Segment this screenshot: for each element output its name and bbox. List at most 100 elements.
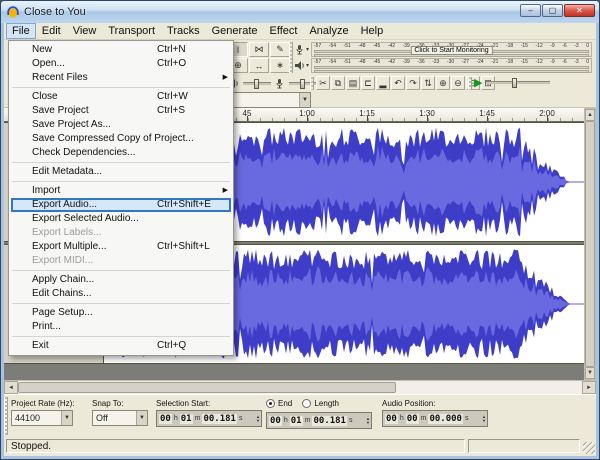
toolbar-grip[interactable] (310, 77, 314, 90)
spinner-icon[interactable]: ▲ ▼ (254, 414, 260, 423)
menu-item-label: Edit Metadata... (32, 166, 103, 177)
output-volume-slider[interactable] (243, 79, 271, 89)
paste-button[interactable]: ▤ (346, 76, 360, 90)
monitoring-label[interactable]: Click to Start Monitoring (410, 45, 493, 55)
menu-item-save-project-as[interactable]: Save Project As... (11, 118, 231, 132)
menu-item-import[interactable]: Import ▶ (11, 184, 231, 198)
selection-end-field[interactable]: 00 h 01 m 00.181 s ▲ ▼ (266, 412, 372, 429)
ruler-time-label: 45 (242, 109, 252, 118)
envelope-tool-button[interactable]: ⋈ (249, 42, 269, 57)
minimize-button[interactable]: – (520, 4, 541, 17)
timeshift-tool-button[interactable]: ↔ (249, 58, 269, 73)
combo-arrow-icon[interactable]: ▼ (136, 411, 147, 425)
spinner-icon[interactable]: ▲ ▼ (480, 414, 486, 423)
resize-grip[interactable] (583, 442, 595, 454)
cut-button[interactable]: ✂ (316, 76, 330, 90)
end-radio[interactable]: End (266, 399, 292, 408)
playback-meter[interactable]: -57 -54 -51 -48 -45 -42 -39 -36 -33 -30 -27 -24 -21-… (311, 57, 592, 73)
meter-scale-label: -33 (432, 58, 440, 65)
draw-tool-button[interactable]: ✎ (270, 42, 290, 57)
menu-item-close[interactable]: Close Ctrl+W (11, 90, 231, 104)
zoom-in-button[interactable]: ⊕ (436, 76, 450, 90)
scroll-up-button[interactable]: ▲ (585, 109, 595, 121)
menu-generate[interactable]: Generate (206, 23, 264, 39)
sync-lock-button[interactable]: ⇅ (421, 76, 435, 90)
slider-thumb[interactable] (512, 78, 518, 88)
time-unit: s (348, 417, 353, 424)
meter-dropdown-arrow-icon[interactable]: ▾ (306, 46, 309, 53)
time-digits: 00.181 (202, 413, 237, 424)
redo-button[interactable]: ↷ (406, 76, 420, 90)
menu-item-save-compressed-copy-of-project[interactable]: Save Compressed Copy of Project... (11, 132, 231, 146)
playback-speed-slider[interactable] (486, 78, 551, 88)
horizontal-scroll-thumb[interactable] (18, 382, 396, 393)
scroll-right-button[interactable]: ► (582, 381, 596, 394)
menu-item-save-project[interactable]: Save Project Ctrl+S (11, 104, 231, 118)
menu-item-check-dependencies[interactable]: Check Dependencies... (11, 146, 231, 160)
snap-to-select[interactable]: Off ▼ (92, 410, 148, 426)
toolbar-grip[interactable] (468, 77, 472, 90)
menu-view[interactable]: View (67, 23, 103, 39)
menu-item-shortcut: Ctrl+Shift+E (157, 199, 211, 210)
vertical-scrollbar[interactable]: ▲ ▼ (584, 108, 596, 380)
menu-item-print[interactable]: Print... (11, 320, 231, 334)
menu-item-export-selected-audio[interactable]: Export Selected Audio... (11, 212, 231, 226)
selection-start-field[interactable]: 00 h 01 m 00.181 s ▲ ▼ (156, 410, 262, 427)
menu-help[interactable]: Help (355, 23, 390, 39)
menu-item-label: Save Project As... (32, 119, 111, 130)
slider-thumb[interactable] (300, 79, 306, 89)
toolbar-grip[interactable] (4, 397, 8, 435)
audio-position-field[interactable]: 00 h 00 m 00.000 s ▲ ▼ (382, 410, 488, 427)
project-rate-select[interactable]: 44100 ▼ (11, 410, 73, 426)
scroll-down-button[interactable]: ▼ (585, 367, 595, 379)
menu-item-apply-chain[interactable]: Apply Chain... (11, 273, 231, 287)
scroll-left-button[interactable]: ◄ (4, 381, 18, 394)
horizontal-scrollbar[interactable]: ◄ ► (4, 380, 596, 394)
menu-item-exit[interactable]: Exit Ctrl+Q (11, 339, 231, 353)
project-rate-group: Project Rate (Hz): 44100 ▼ (11, 399, 75, 426)
time-unit: m (194, 415, 201, 422)
menu-item-edit-metadata[interactable]: Edit Metadata... (11, 165, 231, 179)
combo-arrow-icon[interactable]: ▼ (61, 411, 72, 425)
menu-separator (12, 336, 230, 337)
close-button[interactable]: ✕ (564, 4, 595, 17)
undo-button[interactable]: ↶ (391, 76, 405, 90)
meter-scale-label: 0 (586, 58, 589, 65)
menu-file[interactable]: File (6, 23, 36, 39)
trim-button[interactable]: ⊏ (361, 76, 375, 90)
slider-thumb[interactable] (254, 79, 260, 89)
meter-scale-label: -15 (520, 42, 528, 49)
menu-item-shortcut (157, 273, 217, 287)
menu-analyze[interactable]: Analyze (303, 23, 354, 39)
menu-edit[interactable]: Edit (36, 23, 67, 39)
menu-item-new[interactable]: New Ctrl+N (11, 43, 231, 57)
status-bar: Stopped. (4, 438, 596, 456)
menu-item-export-audio[interactable]: Export Audio... Ctrl+Shift+E (11, 198, 231, 212)
multi-tool-button[interactable]: ∗ (270, 58, 290, 73)
combo-arrow-icon[interactable]: ▼ (299, 93, 310, 107)
menu-item-recent-files[interactable]: Recent Files ▶ (11, 71, 231, 85)
maximize-button[interactable]: ▢ (542, 4, 563, 17)
menu-effect[interactable]: Effect (264, 23, 304, 39)
play-at-speed-button[interactable]: ▶ (474, 76, 482, 89)
meter-dropdown-arrow-icon[interactable]: ▾ (306, 62, 309, 69)
menu-tracks[interactable]: Tracks (161, 23, 206, 39)
zoom-out-button[interactable]: ⊖ (451, 76, 465, 90)
spinner-icon[interactable]: ▲ ▼ (364, 416, 370, 425)
menu-item-label: Import (32, 185, 61, 196)
menu-item-open[interactable]: Open... Ctrl+O (11, 57, 231, 71)
recording-meter[interactable]: -57-54-51-48-45-42-39-36-33-30-27-24-21-… (311, 41, 592, 57)
menu-item-edit-chains[interactable]: Edit Chains... (11, 287, 231, 301)
toolbar-grip[interactable] (289, 42, 293, 73)
meter-scale-label: -36 (417, 58, 425, 65)
menu-transport[interactable]: Transport (102, 23, 161, 39)
menu-item-label: Print... (32, 321, 61, 332)
title-bar[interactable]: Close to You – ▢ ✕ (1, 1, 599, 23)
silence-button[interactable]: ▂ (376, 76, 390, 90)
menu-item-shortcut (157, 165, 217, 179)
menu-item-page-setup[interactable]: Page Setup... (11, 306, 231, 320)
menu-item-export-multiple[interactable]: Export Multiple... Ctrl+Shift+L (11, 240, 231, 254)
copy-button[interactable]: ⧉ (331, 76, 345, 90)
length-radio[interactable]: Length (302, 399, 339, 408)
vertical-scroll-thumb[interactable] (585, 121, 595, 367)
